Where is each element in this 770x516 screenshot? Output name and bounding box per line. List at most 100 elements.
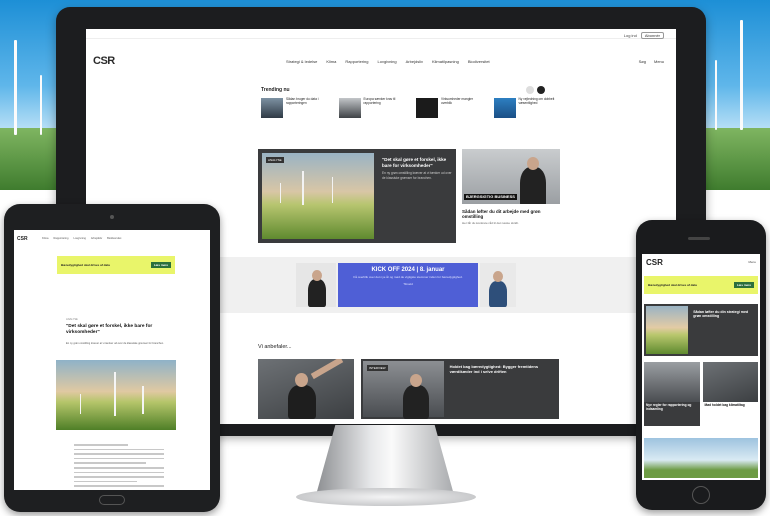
login-link[interactable]: Log ind	[624, 33, 637, 38]
carousel-next-button[interactable]	[537, 86, 545, 94]
trending-title: Trending nu	[261, 87, 290, 93]
feature-headline: Sådan løfter du din strategi med grøn om…	[693, 310, 749, 319]
tablet-nav: Klima Rapportering Lovgivning Arbejdsliv…	[42, 237, 121, 240]
menu-item[interactable]: Rapportering	[345, 59, 368, 64]
menu-item[interactable]: Lovgivning	[378, 59, 397, 64]
phone-screen: CSR Menu Bæredygtighed skal drives af da…	[642, 254, 760, 480]
menu-item[interactable]: Klimatilpasning	[432, 59, 459, 64]
menu-item[interactable]: Strategi & ledelse	[286, 59, 317, 64]
article-body	[74, 444, 164, 490]
menu-item[interactable]: Rapportering	[54, 237, 69, 240]
trending-label: Europa sænker krav til rapportering	[363, 97, 396, 105]
menu-item[interactable]: Klima	[42, 237, 49, 240]
ad-photo	[296, 263, 336, 307]
side-badge: BJERGSIGTIG BUSINESS	[464, 193, 517, 200]
turbine-tower	[14, 40, 17, 135]
recommend-title: Vi anbefaler...	[258, 344, 292, 350]
phone-feature-card[interactable]: Sådan løfter du din strategi med grøn om…	[644, 304, 758, 356]
side-lead: Her får du konkrete råd til det næste sk…	[462, 220, 519, 225]
card-headline: Nye regler for rapportering og indsamlin…	[646, 403, 692, 411]
search-link[interactable]: Søg	[639, 59, 646, 64]
rec-badge: INTERVIEW	[367, 365, 388, 371]
trending-label: Ny vejledning om dobbelt væsentlighed	[518, 97, 555, 105]
ad-text: Få overblik over det nye år og mød de vi…	[353, 275, 463, 279]
trending-item[interactable]: Virksomheder mangler overblik	[416, 97, 484, 128]
article-lead: En ny grøn omstilling kræver at vi tænke…	[66, 342, 164, 345]
tablet-ad[interactable]: Bæredygtighed skal drives af data Læs me…	[57, 256, 175, 274]
device-mockup-scene: Log ind Abonnér CSR Strategi & ledelse K…	[0, 0, 770, 516]
trending-thumbnail	[416, 98, 438, 118]
ad-cta[interactable]: Tilmeld	[403, 282, 413, 287]
menu-link[interactable]: Menu	[748, 260, 756, 264]
menu-item[interactable]: Biodiversitet	[468, 59, 490, 64]
turbine-tower	[740, 20, 743, 130]
menu-item[interactable]: Arbejdsliv	[406, 59, 423, 64]
ad-cta-button[interactable]: Læs mere	[150, 262, 171, 268]
tablet-device: CSR Klima Rapportering Lovgivning Arbejd…	[4, 204, 220, 512]
header-actions: Søg Menu	[639, 59, 664, 64]
trending-item[interactable]: Europa sænker krav til rapportering	[338, 97, 407, 128]
recommend-article-card[interactable]: INTERVIEW Holdet bag bæredygtighed: Bygg…	[361, 359, 559, 419]
card-headline: Mød holdet bag klimatiltag	[704, 403, 745, 407]
trending-item[interactable]: Ny vejledning om dobbelt væsentlighed	[493, 97, 562, 128]
utility-bar: Log ind Abonnér	[86, 29, 676, 39]
card-image	[702, 362, 758, 402]
recommend-card-image: INTERVIEW	[363, 361, 444, 419]
carousel-prev-button[interactable]	[526, 86, 534, 94]
main-menu: Strategi & ledelse Klima Rapportering Lo…	[286, 59, 490, 64]
trending-label: Sådan bruger du data i rapporteringen	[286, 97, 319, 105]
phone-article-card[interactable]: Mød holdet bag klimatiltag	[702, 362, 758, 426]
menu-link[interactable]: Menu	[654, 59, 664, 64]
trending-thumbnail	[338, 98, 361, 118]
monitor-stand	[316, 425, 454, 495]
card-image	[644, 362, 700, 402]
article-hero-image	[56, 360, 176, 430]
ad-text: Bæredygtighed skal drives af data	[648, 283, 697, 287]
trending-thumbnail	[261, 98, 283, 118]
menu-item[interactable]: Biodiversitet	[107, 237, 121, 240]
turbine-tower	[715, 60, 717, 130]
feature-headline: "Det skal gøre et forskel, ikke bare for…	[382, 157, 447, 168]
wind-turbine-image	[646, 306, 689, 354]
ad-headline: KICK OFF 2024 | 8. januar	[371, 267, 445, 273]
side-article-card[interactable]: BJERGSIGTIG BUSINESS Sådan løfter du dit…	[462, 149, 560, 239]
phone-device: CSR Menu Bæredygtighed skal drives af da…	[636, 220, 766, 510]
trending-item[interactable]: Sådan bruger du data i rapporteringen	[261, 97, 329, 128]
recommend-image[interactable]	[258, 359, 354, 419]
ad-cta-button[interactable]: Læs mere	[733, 282, 754, 288]
ad-text: Bæredygtighed skal drives af data	[61, 263, 110, 267]
menu-item[interactable]: Lovgivning	[74, 237, 86, 240]
trending-list: Sådan bruger du data i rapporteringen Eu…	[261, 97, 562, 128]
site-logo[interactable]: CSR	[646, 258, 663, 267]
phone-bottom-image	[644, 438, 758, 478]
article-kicker: ANALYSE	[66, 318, 78, 321]
wind-turbine-image: ANALYSE	[262, 153, 374, 239]
feature-badge: ANALYSE	[266, 157, 284, 163]
subscribe-button[interactable]: Abonnér	[640, 32, 664, 39]
rec-headline: Holdet bag bæredygtighed: Bygger fremtid…	[449, 364, 539, 374]
site-logo[interactable]: CSR	[93, 55, 115, 67]
site-logo[interactable]: CSR	[17, 236, 28, 242]
tablet-screen: CSR Klima Rapportering Lovgivning Arbejd…	[14, 230, 210, 490]
carousel-controls	[526, 86, 545, 94]
side-headline: Sådan løfter du dit arbejde med grøn oms…	[462, 209, 541, 220]
trending-thumbnail	[493, 98, 516, 118]
monitor-base	[296, 488, 476, 506]
feature-article-card[interactable]: ANALYSE "Det skal gøre et forskel, ikke …	[258, 149, 456, 243]
speaker-icon	[688, 237, 710, 240]
advertisement[interactable]: KICK OFF 2024 | 8. januar Få overblik ov…	[296, 263, 516, 307]
feature-lead: En ny grøn omstilling kræver at vi tænke…	[382, 171, 452, 180]
trending-label: Virksomheder mangler overblik	[441, 97, 474, 105]
phone-ad[interactable]: Bæredygtighed skal drives af data Læs me…	[644, 276, 758, 294]
side-article-image: BJERGSIGTIG BUSINESS	[462, 149, 560, 204]
phone-card-row: Nye regler for rapportering og indsamlin…	[644, 362, 758, 426]
home-button[interactable]	[99, 495, 125, 505]
home-button[interactable]	[692, 486, 710, 504]
menu-item[interactable]: Arbejdsliv	[91, 237, 102, 240]
turbine-tower	[40, 75, 42, 135]
camera-icon	[110, 215, 114, 219]
ad-photo	[480, 263, 516, 307]
article-title: "Det skal gøre et forskel, ikke bare for…	[66, 324, 153, 335]
phone-article-card[interactable]: Nye regler for rapportering og indsamlin…	[644, 362, 700, 426]
menu-item[interactable]: Klima	[326, 59, 336, 64]
